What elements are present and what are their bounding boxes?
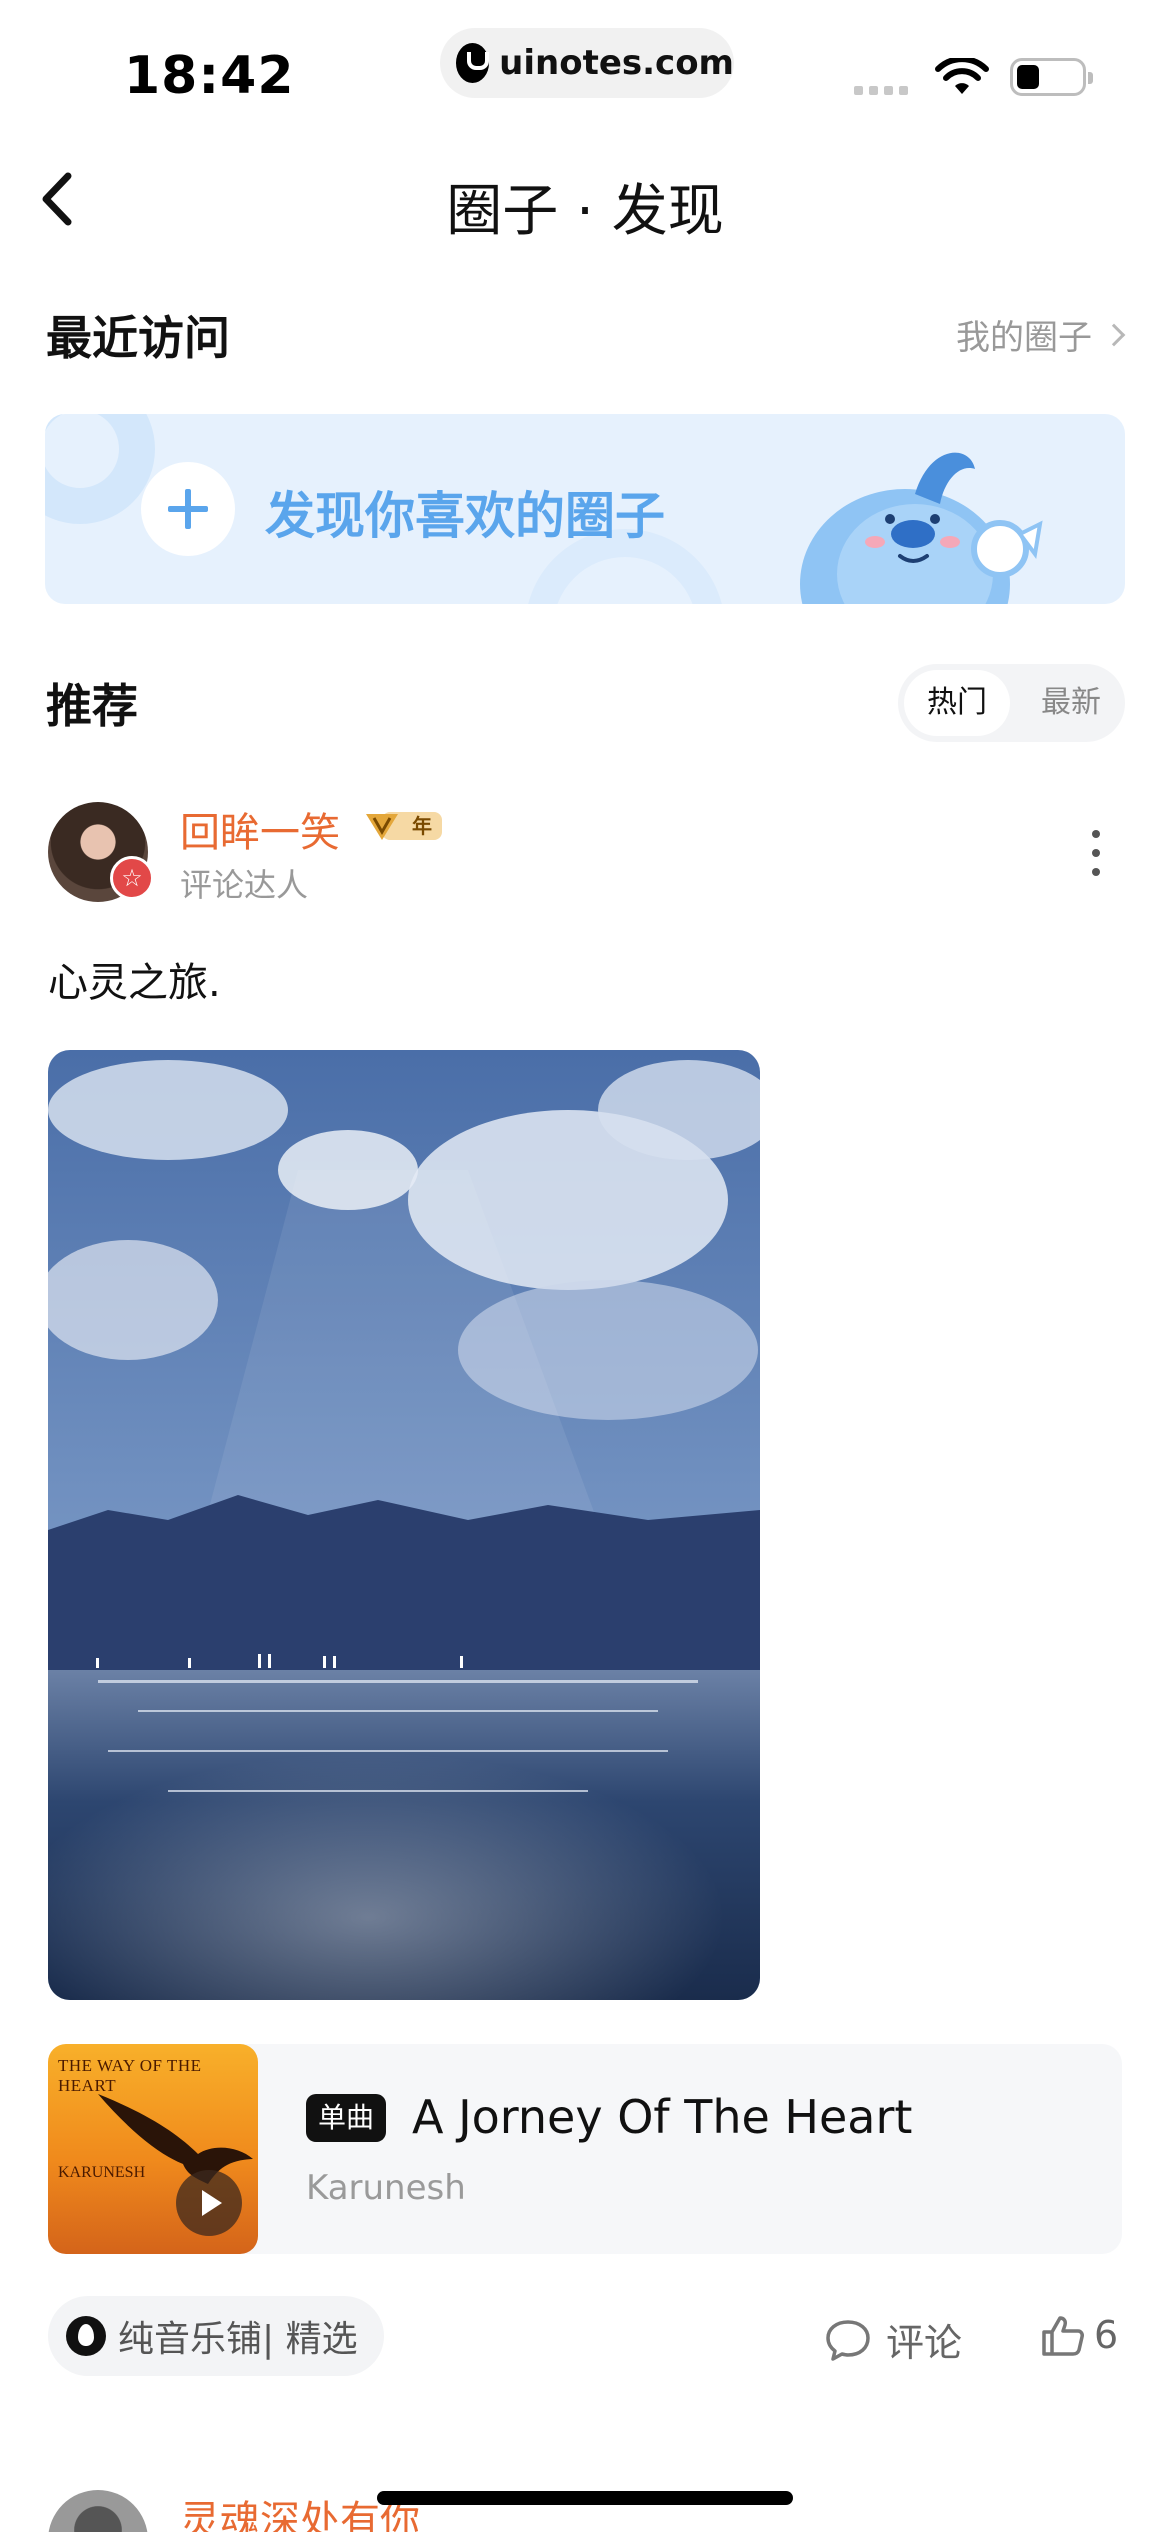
status-time: 18:42	[124, 46, 295, 106]
wifi-icon	[935, 58, 989, 94]
tab-latest[interactable]: 最新	[1026, 670, 1116, 736]
chevron-right-icon	[1102, 323, 1126, 346]
post-image[interactable]	[48, 1050, 760, 2000]
vip-year-badge-icon: 年	[366, 812, 442, 840]
album-cover: THE WAY OF THE HEART KARUNESH	[48, 2044, 258, 2254]
more-options-icon[interactable]	[1090, 830, 1102, 876]
user-tag: 评论达人	[180, 866, 309, 904]
comment-label: 评论	[886, 2321, 963, 2365]
home-indicator	[377, 2491, 793, 2505]
post-username[interactable]: 回眸一笑	[180, 800, 340, 858]
my-circles-label: 我的圈子	[956, 318, 1092, 358]
sort-toggle: 热门 最新	[898, 664, 1125, 742]
status-bar: 18:42 uinotes.com	[0, 0, 1170, 130]
banner-text: 发现你喜欢的圈子	[265, 487, 665, 545]
recent-section-title: 最近访问	[46, 311, 230, 365]
avatar[interactable]	[48, 2490, 148, 2532]
mascot-illustration	[800, 452, 1043, 604]
song-title: A Jorney Of The Heart	[412, 2090, 913, 2144]
banner-decoration	[45, 414, 155, 524]
like-button[interactable]: 6	[1040, 2312, 1118, 2358]
url-pill[interactable]: uinotes.com	[440, 28, 734, 98]
thumbs-up-icon	[1042, 2316, 1084, 2356]
circle-chip[interactable]: 纯音乐铺| 精选	[48, 2296, 384, 2376]
song-artist: Karunesh	[306, 2168, 466, 2208]
flame-icon	[66, 2316, 106, 2356]
album-artist-text: KARUNESH	[58, 2164, 146, 2181]
play-icon[interactable]	[176, 2170, 242, 2236]
comment-button[interactable]: 评论	[824, 2312, 962, 2367]
vip-badge-text: 年	[412, 814, 432, 838]
battery-icon	[1010, 58, 1093, 96]
star-badge-icon: ☆	[110, 856, 154, 900]
plus-icon	[141, 462, 235, 556]
comment-icon	[826, 2319, 870, 2361]
music-card[interactable]: THE WAY OF THE HEART KARUNESH 单曲 A Jorne…	[48, 2044, 1122, 2254]
nav-bar: 圈子 · 发现	[0, 150, 1170, 250]
cellular-signal-icon	[854, 86, 908, 95]
single-badge: 单曲	[306, 2094, 387, 2142]
like-count: 6	[1094, 2313, 1119, 2357]
my-circles-link[interactable]: 我的圈子	[956, 310, 1126, 359]
circle-chip-label: 纯音乐铺| 精选	[118, 2319, 358, 2360]
site-logo-icon	[456, 43, 490, 83]
tab-hot[interactable]: 热门	[904, 670, 1010, 736]
page-title: 圈子 · 发现	[446, 179, 724, 244]
post-text: 心灵之旅.	[48, 960, 221, 1006]
recommend-section-title: 推荐	[46, 679, 138, 733]
url-text: uinotes.com	[499, 43, 734, 83]
discover-circles-banner[interactable]: 发现你喜欢的圈子	[45, 414, 1125, 604]
